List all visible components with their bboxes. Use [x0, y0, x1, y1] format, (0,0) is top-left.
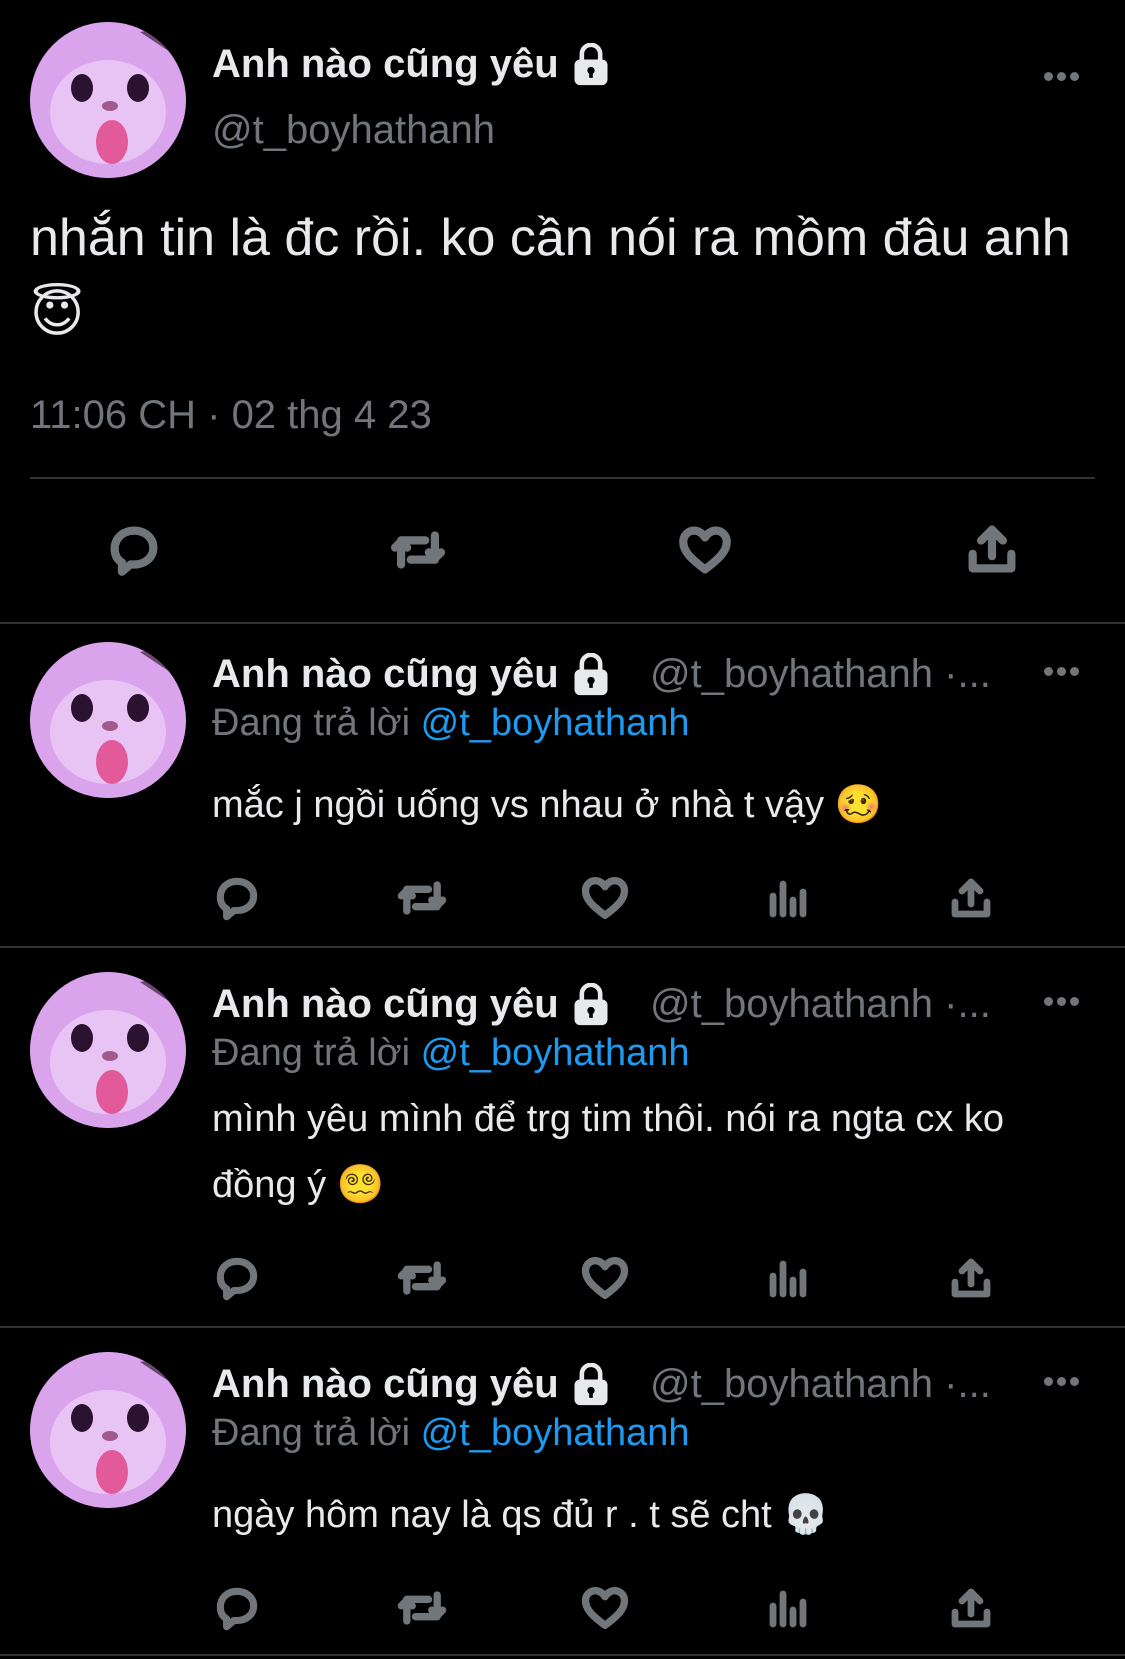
retweet-icon[interactable] [392, 1250, 452, 1306]
replying-to: Đang trả lời @t_boyhathanh [212, 1032, 690, 1075]
retweet-icon[interactable] [392, 870, 452, 926]
replying-to: Đang trả lời @t_boyhathanh [212, 1412, 690, 1455]
more-icon[interactable] [1044, 1373, 1084, 1387]
display-name-text: Anh nào cũng yêu [212, 982, 559, 1026]
replying-to: Đang trả lời @t_boyhathanh [212, 702, 690, 745]
heart-icon[interactable] [578, 1250, 632, 1306]
avatar[interactable] [30, 22, 186, 178]
display-name-text: Anh nào cũng yêu [212, 1362, 559, 1406]
divider [0, 622, 1125, 624]
views-icon[interactable] [762, 870, 812, 926]
avatar[interactable] [30, 1352, 186, 1508]
display-name[interactable]: Anh nào cũng yêu [212, 982, 613, 1027]
heart-icon[interactable] [674, 520, 736, 580]
share-icon[interactable] [946, 1580, 996, 1636]
replying-label: Đang trả lời [212, 1032, 411, 1074]
more-icon[interactable] [1044, 68, 1084, 82]
share-icon[interactable] [946, 870, 996, 926]
divider [30, 477, 1095, 479]
display-name-text: Anh nào cũng yêu [212, 42, 559, 86]
avatar[interactable] [30, 642, 186, 798]
views-icon[interactable] [762, 1580, 812, 1636]
lock-icon [569, 43, 613, 87]
lock-icon [569, 983, 613, 1027]
avatar[interactable] [30, 972, 186, 1128]
handle[interactable]: @t_boyhathanh ·... [650, 982, 991, 1027]
display-name[interactable]: Anh nào cũng yêu [212, 1362, 613, 1407]
action-bar [212, 1250, 1022, 1306]
timestamp[interactable]: 11:06 CH · 02 thg 4 23 [30, 393, 432, 438]
action-bar [212, 870, 1022, 926]
share-icon[interactable] [962, 518, 1022, 580]
retweet-icon[interactable] [386, 520, 450, 580]
display-name[interactable]: Anh nào cũng yêu [212, 652, 613, 697]
heart-icon[interactable] [578, 1580, 632, 1636]
action-bar [212, 1580, 1022, 1636]
mention-link[interactable]: @t_boyhathanh [421, 1032, 690, 1074]
divider [0, 1654, 1125, 1656]
display-name[interactable]: Anh nào cũng yêu [212, 42, 613, 87]
tweet-text: mắc j ngồi uống vs nhau ở nhà t vậy 🥴 [212, 784, 883, 826]
handle[interactable]: @t_boyhathanh [212, 108, 495, 153]
handle[interactable]: @t_boyhathanh ·... [650, 652, 991, 697]
comment-icon[interactable] [212, 1250, 262, 1306]
replying-label: Đang trả lời [212, 1412, 411, 1454]
comment-icon[interactable] [104, 520, 164, 580]
display-name-text: Anh nào cũng yêu [212, 652, 559, 696]
comment-icon[interactable] [212, 870, 262, 926]
more-icon[interactable] [1044, 663, 1084, 677]
heart-icon[interactable] [578, 870, 632, 926]
tweet-text: ngày hôm nay là qs đủ r . t sẽ cht 💀 [212, 1494, 830, 1536]
more-icon[interactable] [1044, 993, 1084, 1007]
views-icon[interactable] [762, 1250, 812, 1306]
tweet-text: mình yêu mình để trg tim thôi. nói ra ng… [212, 1098, 1005, 1206]
share-icon[interactable] [946, 1250, 996, 1306]
tweet-text: nhắn tin là đc rồi. ko cần nói ra mồm đâ… [30, 209, 1071, 343]
retweet-icon[interactable] [392, 1580, 452, 1636]
lock-icon [569, 653, 613, 697]
divider [0, 1326, 1125, 1328]
lock-icon [569, 1363, 613, 1407]
handle[interactable]: @t_boyhathanh ·... [650, 1362, 991, 1407]
comment-icon[interactable] [212, 1580, 262, 1636]
replying-label: Đang trả lời [212, 702, 411, 744]
mention-link[interactable]: @t_boyhathanh [421, 702, 690, 744]
mention-link[interactable]: @t_boyhathanh [421, 1412, 690, 1454]
divider [0, 946, 1125, 948]
